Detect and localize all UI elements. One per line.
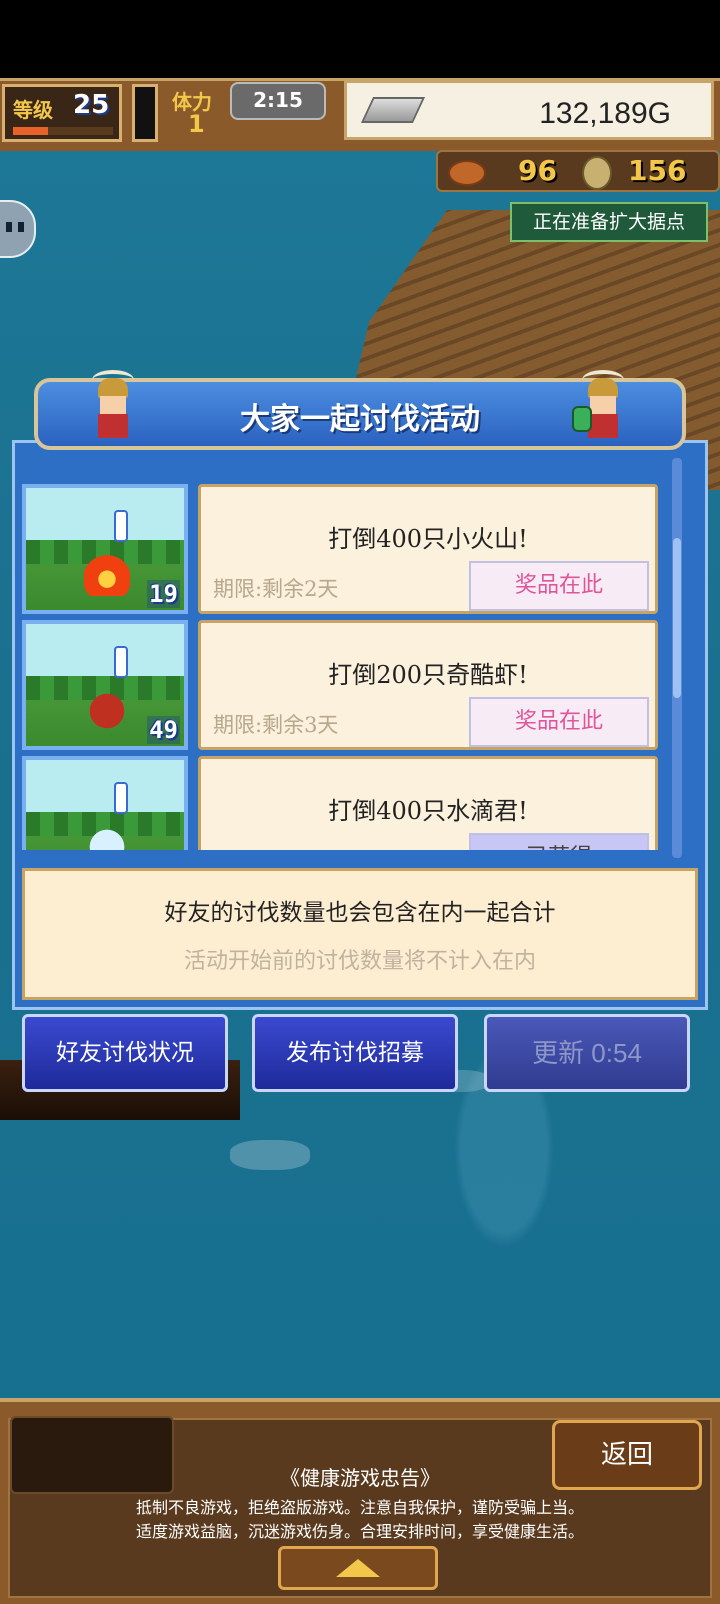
base-expansion-status[interactable]: 正在准备扩大据点 <box>510 202 708 242</box>
stamina-display[interactable]: 体力 1 <box>162 82 232 142</box>
mission-thumbnail <box>22 756 188 850</box>
scrollbar-thumb[interactable] <box>673 538 681 698</box>
prize-button[interactable]: 奖品在此 <box>469 697 649 747</box>
viking-right-icon <box>572 370 628 440</box>
fire-monster-icon <box>84 554 130 596</box>
gold-value: 132,189G <box>539 97 671 130</box>
mission-card: 打倒400只小火山! 期限:剩余2天 奖品在此 <box>198 484 658 614</box>
resource-bar[interactable]: 96 156 <box>436 150 720 192</box>
rock <box>230 1140 310 1170</box>
shrimp-monster-icon <box>84 690 130 732</box>
monster-count: 19 <box>147 580 180 608</box>
mission-title: 打倒400只水滴君! <box>328 797 528 825</box>
info-text-secondary: 活动开始前的讨伐数量将不计入在内 <box>183 949 536 974</box>
mission-card: 打倒400只水滴君! 已获得 <box>198 756 658 850</box>
up-arrow-icon <box>336 1559 380 1577</box>
mission-title: 打倒400只小火山! <box>328 525 528 553</box>
silver-ingot-icon <box>360 97 426 123</box>
mission-item[interactable]: 49 打倒200只奇酷虾! 期限:剩余3天 奖品在此 <box>20 620 668 750</box>
friend-status-button[interactable]: 好友讨伐状况 <box>22 1014 228 1092</box>
food-count: 96 <box>518 154 557 187</box>
health-notice-line2: 适度游戏益脑，沉迷游戏伤身。合理安排时间，享受健康生活。 <box>135 1522 584 1541</box>
stamina-value: 1 <box>188 110 205 138</box>
level-progress-fill <box>13 127 48 135</box>
mission-card: 打倒200只奇酷虾! 期限:剩余3天 奖品在此 <box>198 620 658 750</box>
event-title-banner: 大家一起讨伐活动 <box>34 370 686 450</box>
meat-icon <box>448 160 486 186</box>
mission-list[interactable]: 19 打倒400只小火山! 期限:剩余2天 奖品在此 49 打倒200只奇酷虾!… <box>20 452 668 850</box>
gold-display[interactable]: 132,189G <box>344 80 714 140</box>
level-label: 等级 <box>13 98 53 122</box>
list-scrollbar[interactable] <box>672 458 682 858</box>
level-value: 25 <box>73 90 110 120</box>
exclamation-icon <box>114 646 128 678</box>
mission-deadline: 期限:剩余2天 <box>213 577 339 601</box>
prize-obtained-button[interactable]: 已获得 <box>469 833 649 850</box>
prize-button[interactable]: 奖品在此 <box>469 561 649 611</box>
event-info-box: 好友的讨伐数量也会包含在内一起合计 活动开始前的讨伐数量将不计入在内 <box>22 868 698 1000</box>
mission-thumbnail: 19 <box>22 484 188 614</box>
mission-item[interactable]: 打倒400只水滴君! 已获得 <box>20 756 668 850</box>
stamina-timer: 2:15 <box>230 82 326 120</box>
mission-deadline: 期限:剩余3天 <box>213 713 339 737</box>
level-progress-bar <box>13 127 113 135</box>
info-text-primary: 好友的讨伐数量也会包含在内一起合计 <box>164 900 556 926</box>
exclamation-icon <box>114 510 128 542</box>
mission-title: 打倒200只奇酷虾! <box>328 661 528 689</box>
mission-thumbnail: 49 <box>22 620 188 750</box>
health-notice-line1: 抵制不良游戏，拒绝盗版游戏。注意自我保护，谨防受骗上当。 <box>135 1498 584 1517</box>
stamina-gauge <box>132 84 158 142</box>
coin-count: 156 <box>628 154 687 187</box>
expand-menu-button[interactable] <box>278 1546 438 1590</box>
refresh-button[interactable]: 更新 0:54 <box>484 1014 690 1092</box>
level-display[interactable]: 等级 25 <box>2 84 122 142</box>
mission-item[interactable]: 19 打倒400只小火山! 期限:剩余2天 奖品在此 <box>20 484 668 614</box>
medal-icon <box>582 156 612 190</box>
exclamation-icon <box>114 782 128 814</box>
publish-recruit-button[interactable]: 发布讨伐招募 <box>252 1014 458 1092</box>
monster-count: 49 <box>147 716 180 744</box>
health-notice-title: 《健康游戏忠告》 <box>280 1466 440 1490</box>
